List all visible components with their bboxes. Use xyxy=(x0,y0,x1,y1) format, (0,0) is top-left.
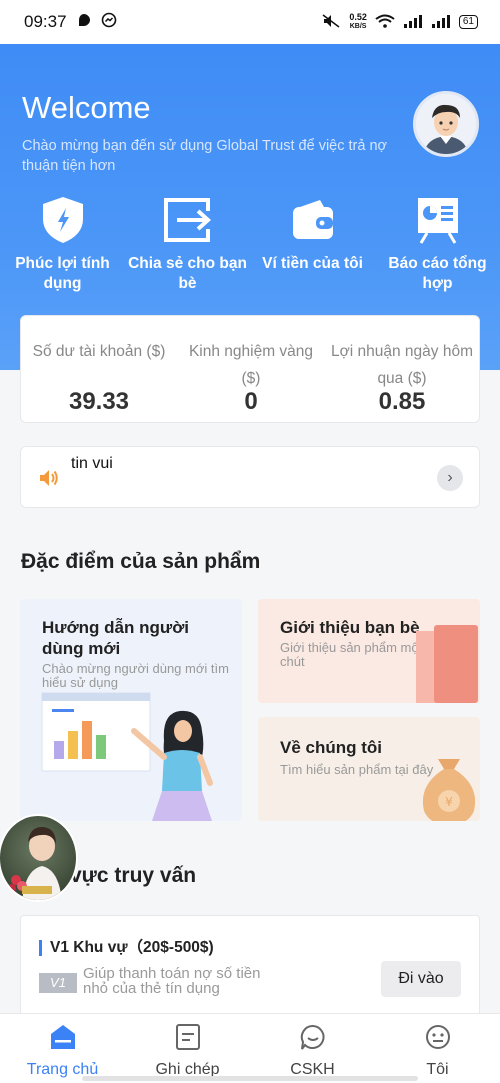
region-badge: V1 xyxy=(39,973,77,993)
guide-illustration-icon xyxy=(41,692,213,821)
region-card-v1: V1 Khu vự（20$-500$) V1 Giúp thanh toán n… xyxy=(20,915,480,1025)
stat-value: 39.33 xyxy=(68,388,130,415)
home-icon xyxy=(0,1022,125,1052)
notification-dot-icon xyxy=(77,12,91,32)
battery-icon: 61 xyxy=(458,15,478,29)
stat-label: Số dư tài khoản ($) xyxy=(32,343,166,360)
enter-button[interactable]: Đi vào xyxy=(381,961,461,997)
stat-value: 0.85 xyxy=(378,388,426,415)
notice-bar[interactable]: tin vui › xyxy=(20,446,480,508)
signal-icon-2 xyxy=(431,14,451,31)
network-speed: 0.52 KB/S xyxy=(349,13,367,31)
user-avatar-icon xyxy=(416,94,476,154)
notes-icon xyxy=(125,1022,250,1052)
card-invite-friends[interactable]: Giới thiệu bạn bè Giới thiệu sản phẩm mộ… xyxy=(258,599,480,703)
region-title: V1 Khu vự（20$-500$) xyxy=(39,940,214,956)
shield-lightning-icon xyxy=(0,194,125,246)
svg-text:¥: ¥ xyxy=(445,795,453,809)
tab-home[interactable]: Trang chủ xyxy=(0,1022,125,1079)
chat-bubble-icon xyxy=(250,1022,375,1052)
stat-label: Kinh nghiệm vàng ($) xyxy=(188,343,314,387)
stat-label: Lợi nhuận ngày hôm qua ($) xyxy=(330,343,473,387)
tab-notes[interactable]: Ghi chép xyxy=(125,1022,250,1079)
tab-support[interactable]: CSKH xyxy=(250,1022,375,1079)
wifi-icon xyxy=(375,14,395,31)
query-section-title: vực truy vấn xyxy=(70,864,197,887)
card-new-user-guide[interactable]: Hướng dẫn người dùng mới Chào mừng người… xyxy=(20,599,242,821)
quick-action-wallet[interactable]: Ví tiền của tôi xyxy=(250,194,375,274)
region-description: Giúp thanh toán nợ số tiền nhỏ của thẻ t… xyxy=(83,965,261,997)
account-stats-card: Số dư tài khoản ($) 39.33 Kinh nghiệm và… xyxy=(20,315,480,423)
quick-action-label: Báo cáo tổng hợp xyxy=(388,255,487,292)
floating-promo-avatar[interactable] xyxy=(0,814,78,902)
quick-action-credit-benefit[interactable]: Phúc lợi tính dụng xyxy=(0,194,125,294)
welcome-subtitle: Chào mừng bạn đến sử dụng Global Trust đ… xyxy=(22,138,388,174)
status-time: 09:37 xyxy=(24,12,67,31)
quick-action-label: Ví tiền của tôi xyxy=(262,255,363,272)
status-bar: 09:37 0.52 KB/S 61 xyxy=(0,0,500,44)
welcome-title: Welcome xyxy=(22,90,151,125)
profile-face-icon xyxy=(375,1022,500,1052)
net-speed-unit: KB/S xyxy=(349,23,367,30)
promo-portrait-icon xyxy=(8,826,62,900)
share-exit-icon xyxy=(125,194,250,246)
quick-action-share[interactable]: Chia sẻ cho bạn bè xyxy=(125,194,250,294)
notice-text: tin vui xyxy=(71,455,113,472)
stat-yesterday-profit: Lợi nhuận ngày hôm qua ($) 0.85 xyxy=(325,338,479,415)
red-envelope-icon xyxy=(416,625,478,703)
report-board-icon xyxy=(375,194,500,246)
mute-icon xyxy=(321,13,341,32)
wallet-icon xyxy=(250,194,375,246)
quick-action-report[interactable]: Báo cáo tổng hợp xyxy=(375,194,500,294)
tab-profile[interactable]: Tôi xyxy=(375,1022,500,1079)
card-subtitle: Chào mừng người dùng mới tìm hiểu sử dụn… xyxy=(42,661,229,690)
card-title: Giới thiệu bạn bè xyxy=(280,618,420,637)
messenger-icon xyxy=(101,12,117,33)
avatar[interactable] xyxy=(413,91,479,157)
chevron-right-icon[interactable]: › xyxy=(437,465,463,491)
money-bag-icon: ¥ xyxy=(423,759,475,821)
card-about-us[interactable]: Về chúng tôi Tìm hiểu sản phẩm tại đây ¥ xyxy=(258,717,480,821)
bottom-tab-bar: Trang chủ Ghi chép CSKH Tôi xyxy=(0,1013,500,1083)
stat-value: 0 xyxy=(244,388,258,415)
net-speed-value: 0.52 xyxy=(349,12,367,22)
card-title: Hướng dẫn người dùng mới xyxy=(42,618,189,658)
signal-icon xyxy=(403,14,423,31)
stat-balance: Số dư tài khoản ($) 39.33 xyxy=(25,338,173,415)
quick-action-label: Chia sẻ cho bạn bè xyxy=(128,255,247,292)
quick-action-label: Phúc lợi tính dụng xyxy=(15,255,110,292)
home-indicator[interactable] xyxy=(82,1076,418,1081)
stat-gold-experience: Kinh nghiệm vàng ($) 0 xyxy=(179,338,323,415)
speaker-icon xyxy=(38,467,60,494)
card-title: Về chúng tôi xyxy=(280,738,382,757)
features-section-title: Đặc điểm của sản phẩm xyxy=(21,550,261,573)
